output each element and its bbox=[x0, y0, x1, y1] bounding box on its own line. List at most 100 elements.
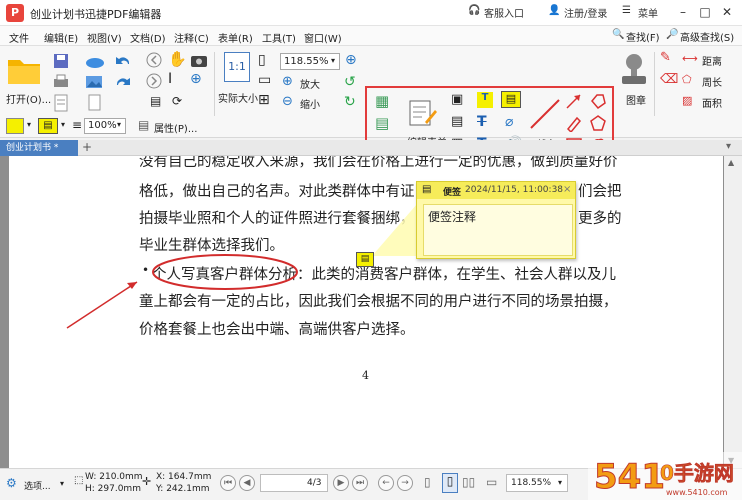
page-input[interactable]: 4/3 bbox=[260, 474, 328, 492]
tab-document[interactable]: 创业计划书 * bbox=[0, 140, 78, 156]
note-color-icon[interactable]: ▤ bbox=[38, 118, 58, 134]
actual-size-button[interactable]: 实际大小 bbox=[218, 90, 258, 105]
perimeter-button[interactable]: 周长 bbox=[702, 74, 722, 89]
zoom-in-button[interactable]: 放大 bbox=[300, 76, 320, 91]
continuous-facing-icon[interactable]: ▭ bbox=[486, 475, 497, 489]
hamburger-icon[interactable]: ☰ bbox=[622, 5, 631, 16]
hand-icon[interactable]: ✋ bbox=[168, 50, 187, 68]
scroll-up-icon[interactable]: ▲ bbox=[728, 158, 734, 167]
fill-color-swatch[interactable] bbox=[6, 118, 24, 134]
service-link[interactable]: 客服入口 bbox=[484, 5, 524, 20]
last-page-button[interactable]: ⏭ bbox=[352, 475, 368, 491]
user-icon[interactable]: 👤 bbox=[548, 5, 560, 16]
zoom-out-icon[interactable]: ⊖ bbox=[282, 94, 293, 109]
stamp-button[interactable]: 图章 bbox=[626, 92, 646, 107]
callout-icon[interactable]: ▤ bbox=[451, 114, 463, 129]
polygon-line-icon[interactable] bbox=[589, 92, 607, 110]
chevron-down-icon[interactable]: ▾ bbox=[61, 120, 65, 129]
pdf-page[interactable]: 没有自己的稳定收入来源，我们会在价格上进行一定的优惠，做到质量好价 格低，做出自… bbox=[9, 156, 723, 468]
highlight-text-icon[interactable]: T bbox=[477, 92, 493, 108]
zoom-out-button[interactable]: 缩小 bbox=[300, 96, 320, 111]
rotate-left-icon[interactable]: ↺ bbox=[344, 74, 356, 90]
chevron-down-icon[interactable]: ▾ bbox=[27, 120, 31, 129]
menu-tools[interactable]: 工具(T) bbox=[262, 30, 296, 45]
pencil-icon[interactable] bbox=[565, 114, 583, 132]
facing-page-icon[interactable]: ▯▯ bbox=[462, 475, 475, 489]
back-icon[interactable] bbox=[146, 52, 162, 68]
forward-icon[interactable] bbox=[146, 73, 162, 89]
fit-visible-icon[interactable]: ⊞ bbox=[258, 92, 270, 108]
properties-button[interactable]: 属性(P)... bbox=[154, 120, 197, 135]
menu-view[interactable]: 视图(V) bbox=[87, 30, 122, 45]
form-field-icon[interactable]: ▦ bbox=[375, 92, 389, 110]
area-button[interactable]: 面积 bbox=[702, 95, 722, 110]
sticky-note-icon[interactable]: ▤ bbox=[501, 91, 521, 108]
stamp-icon[interactable] bbox=[618, 52, 650, 88]
options-button[interactable]: 选项... bbox=[24, 479, 51, 492]
line-tool-icon[interactable] bbox=[527, 96, 563, 132]
find-button[interactable]: 查找(F) bbox=[626, 29, 660, 44]
attachment-icon[interactable]: ⌀ bbox=[505, 114, 513, 130]
strikeout-icon[interactable]: T bbox=[477, 114, 487, 130]
distance-button[interactable]: 距离 bbox=[702, 53, 722, 68]
menu-form[interactable]: 表单(R) bbox=[218, 30, 253, 45]
note-header[interactable]: ▤ 便签 2024/11/15, 11:00:38 × bbox=[417, 182, 575, 199]
zoom-tool-icon[interactable]: ⊕ bbox=[190, 71, 202, 87]
open-button[interactable]: 打开(O)... bbox=[6, 91, 51, 106]
menu-comment[interactable]: 注释(C) bbox=[174, 30, 209, 45]
status-zoom-select[interactable]: 118.55% ▾ bbox=[506, 474, 568, 492]
redo-icon[interactable] bbox=[114, 73, 132, 91]
note-textarea[interactable]: 便签注释 bbox=[423, 204, 573, 256]
menu-edit[interactable]: 编辑(E) bbox=[44, 30, 78, 45]
first-page-button[interactable]: ⏮ bbox=[220, 475, 236, 491]
select-text-icon[interactable]: Ⅰ bbox=[168, 71, 172, 87]
rotate-right-icon[interactable]: ↻ bbox=[344, 94, 356, 110]
vertical-scrollbar[interactable]: ▲ ▼ bbox=[724, 156, 742, 468]
highlighter-icon[interactable]: ✎ bbox=[660, 50, 671, 65]
image-icon[interactable] bbox=[84, 73, 106, 91]
menu-file[interactable]: 文件 bbox=[9, 30, 29, 45]
next-page-button[interactable]: ▶ bbox=[333, 475, 349, 491]
note-close-button[interactable]: × bbox=[563, 184, 571, 195]
single-page-icon[interactable]: ▯ bbox=[424, 475, 431, 489]
pages-icon[interactable]: ▤ bbox=[150, 94, 161, 108]
login-link[interactable]: 注册/登录 bbox=[564, 5, 607, 20]
back-button[interactable]: ← bbox=[378, 475, 394, 491]
stroke-width-select[interactable]: 100% ▾ bbox=[84, 118, 126, 134]
pentagon-icon[interactable] bbox=[589, 114, 607, 132]
print-icon[interactable] bbox=[52, 73, 70, 91]
page-icon[interactable] bbox=[84, 94, 106, 112]
save-icon[interactable] bbox=[52, 52, 70, 70]
menu-window[interactable]: 窗口(W) bbox=[304, 30, 342, 45]
text-box-icon[interactable]: ▣ bbox=[451, 92, 463, 107]
camera-icon[interactable] bbox=[190, 52, 208, 68]
zoom-plus-icon[interactable]: ⊕ bbox=[345, 52, 357, 68]
close-button[interactable]: ✕ bbox=[716, 3, 738, 21]
zoom-in-icon[interactable]: ⊕ bbox=[282, 74, 293, 89]
folder-icon[interactable] bbox=[6, 54, 42, 86]
add-field-icon[interactable]: ▤ bbox=[375, 114, 389, 132]
add-tab-button[interactable]: + bbox=[81, 141, 93, 154]
headset-icon[interactable]: 🎧 bbox=[468, 5, 480, 16]
zoom-select[interactable]: 118.55% ▾ bbox=[280, 53, 340, 70]
arrow-tool-icon[interactable] bbox=[565, 92, 583, 110]
eraser-icon[interactable]: ⌫ bbox=[660, 72, 678, 87]
minimize-button[interactable]: – bbox=[672, 3, 694, 21]
tab-list-icon[interactable]: ▾ bbox=[726, 141, 731, 152]
fit-width-icon[interactable]: ▭ bbox=[258, 72, 271, 88]
advanced-find-button[interactable]: 高级查找(S) bbox=[680, 29, 734, 44]
undo-icon[interactable] bbox=[114, 52, 132, 70]
edit-form-icon[interactable] bbox=[407, 98, 437, 128]
cloud-icon[interactable] bbox=[84, 52, 106, 70]
sticky-note-popup[interactable]: ▤ 便签 2024/11/15, 11:00:38 × 便签注释 bbox=[416, 181, 576, 259]
forward-button[interactable]: → bbox=[397, 475, 413, 491]
actual-size-icon[interactable]: 1:1 bbox=[224, 52, 250, 82]
document-icon[interactable] bbox=[52, 94, 70, 112]
menu-document[interactable]: 文档(D) bbox=[130, 30, 166, 45]
note-marker-icon[interactable]: ▤ bbox=[356, 252, 374, 267]
continuous-page-icon[interactable]: ▯ bbox=[442, 473, 458, 493]
chevron-down-icon[interactable]: ▾ bbox=[60, 479, 64, 488]
menu-button[interactable]: 菜单 bbox=[638, 5, 658, 20]
maximize-button[interactable]: □ bbox=[694, 3, 716, 21]
rotate-icon[interactable]: ⟳ bbox=[172, 94, 182, 108]
